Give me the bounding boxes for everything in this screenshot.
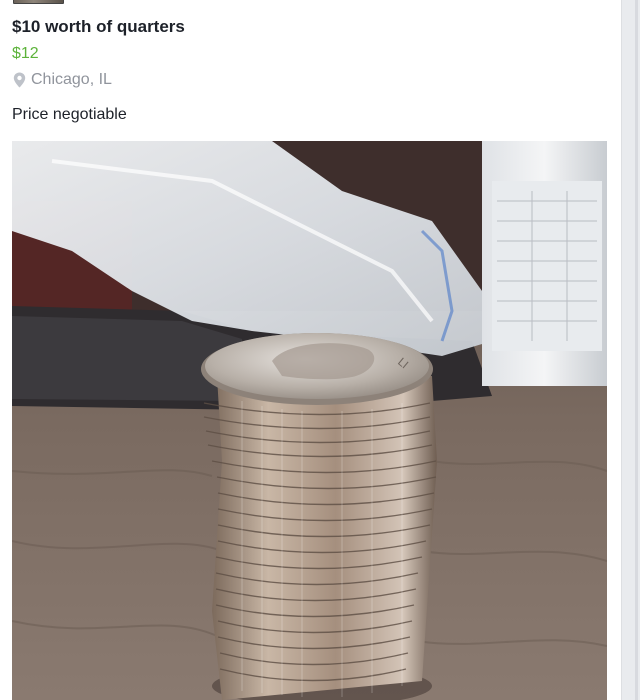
quarters-stack-photo: LI [12,141,607,700]
listing-title[interactable]: $10 worth of quarters [12,17,185,37]
map-pin-icon [13,72,26,88]
scrollbar-track[interactable] [635,0,638,700]
location-label: Chicago, IL [31,71,112,88]
seller-thumbnail[interactable] [13,0,64,4]
listing-location: Chicago, IL [13,71,112,89]
listing-description: Price negotiable [12,106,127,123]
listing-price: $12 [12,45,39,62]
scrollbar-gutter[interactable] [622,0,640,700]
listing-photo[interactable]: LI [12,141,607,700]
listing-card: $10 worth of quarters $12 Chicago, IL Pr… [0,0,622,700]
